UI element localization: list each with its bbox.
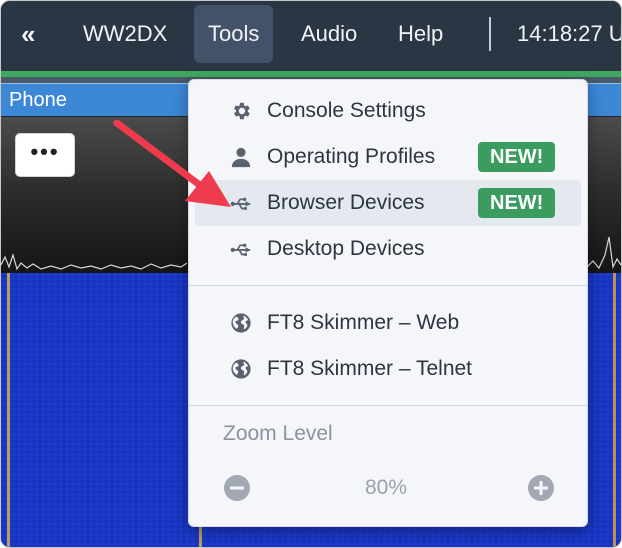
- annotation-arrow-icon: [113, 119, 231, 207]
- app-window: « WW2DX Tools Audio Help 14:18:27 U Phon…: [0, 0, 622, 548]
